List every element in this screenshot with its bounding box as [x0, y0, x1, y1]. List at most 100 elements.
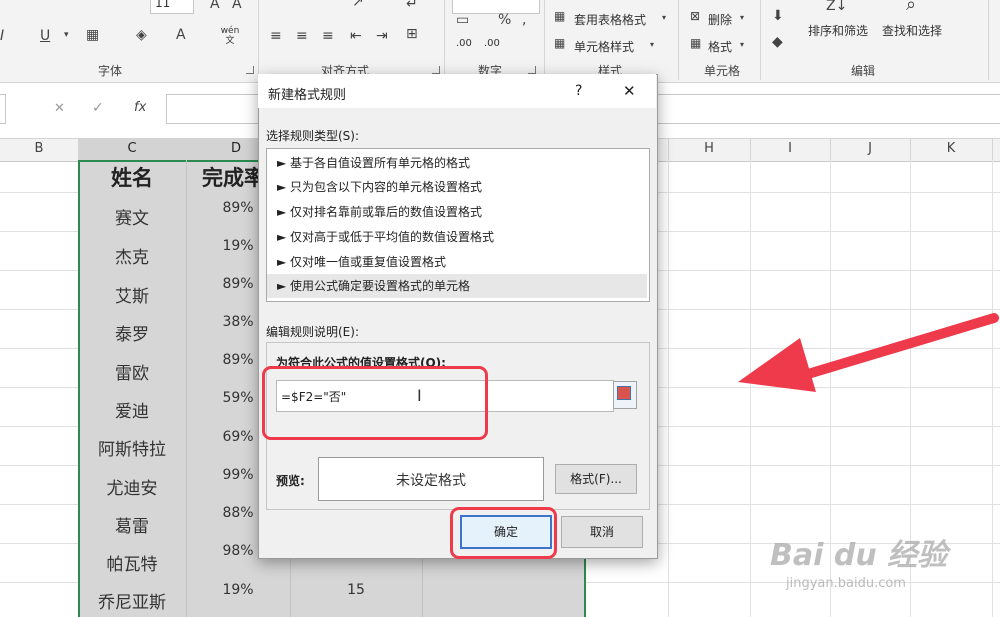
name-cell[interactable]: 赛文: [80, 204, 184, 229]
rate-cell[interactable]: 19%: [188, 582, 288, 598]
column-header-k[interactable]: K: [910, 138, 993, 160]
name-cell[interactable]: 泰罗: [80, 320, 184, 345]
name-cell[interactable]: 葛雷: [80, 512, 184, 537]
name-cell[interactable]: 阿斯特拉: [80, 435, 184, 460]
decrease-indent-icon[interactable]: ⇤: [350, 28, 362, 44]
chevron-down-icon: ▾: [740, 40, 745, 49]
name-cell[interactable]: 乔尼亚斯: [80, 588, 184, 613]
accounting-format-icon[interactable]: ▭: [456, 12, 469, 28]
align-left-icon[interactable]: ≡: [270, 28, 282, 44]
preview-label: 预览:: [276, 474, 305, 488]
formula-highlight-box: [262, 366, 488, 440]
collapse-range-button[interactable]: [613, 381, 637, 409]
find-select-button[interactable]: 查找和选择: [882, 22, 942, 39]
arrow-pointer-icon: [738, 313, 999, 392]
align-right-icon[interactable]: ≡: [322, 28, 334, 44]
font-group-label: 字体: [97, 64, 122, 78]
divider: [988, 0, 989, 80]
gridline: [186, 160, 187, 617]
cell-styles-button[interactable]: 单元格样式: [574, 38, 634, 55]
preview-box: 未设定格式: [318, 457, 544, 501]
decrease-decimal-button[interactable]: .00: [484, 38, 500, 49]
decrease-font-icon[interactable]: A: [232, 0, 242, 12]
help-button[interactable]: ?: [575, 83, 582, 99]
font-size-value: 11: [155, 0, 171, 10]
search-icon: ⌕: [906, 0, 917, 15]
format-button[interactable]: 格式: [708, 38, 732, 55]
ribbon: 11 A A I U ▾ ▦ ◈ A wén 文 字体 ≡ ≡ ≡ ⇤ ⇥ ⊞ …: [0, 0, 1000, 83]
name-cell[interactable]: 爱迪: [80, 397, 184, 422]
font-color-icon[interactable]: A: [176, 27, 186, 43]
phonetic-icon[interactable]: wén 文: [218, 26, 242, 46]
insert-function-icon[interactable]: fx: [134, 100, 146, 115]
column-header-j[interactable]: J: [830, 138, 911, 160]
font-dialog-launcher-icon[interactable]: [246, 66, 254, 74]
sort-filter-icon: Z↓: [826, 0, 848, 14]
divider: [678, 0, 679, 80]
watermark-logo: Bai du 经验: [770, 538, 948, 573]
percent-button[interactable]: %: [498, 12, 511, 28]
delete-cells-icon: ⊠: [690, 9, 701, 23]
rule-type-item[interactable]: ► 仅对唯一值或重复值设置格式: [267, 250, 647, 274]
cells-group-label: 单元格: [703, 64, 740, 78]
cancel-icon[interactable]: ✕: [54, 101, 65, 116]
underline-button[interactable]: U: [40, 28, 50, 44]
merge-center-icon[interactable]: ⊞: [406, 26, 418, 42]
chevron-down-icon[interactable]: ▾: [64, 30, 69, 40]
format-as-table-button[interactable]: 套用表格格式: [574, 11, 646, 28]
increase-decimal-button[interactable]: .00: [456, 38, 472, 49]
watermark-url: jingyan.baidu.com: [786, 576, 906, 591]
rule-type-item[interactable]: ► 只为包含以下内容的单元格设置格式: [267, 175, 647, 199]
ok-highlight-box: [450, 507, 557, 559]
chevron-down-icon: ▾: [740, 13, 745, 22]
cancel-button[interactable]: 取消: [561, 516, 643, 548]
column-header-i[interactable]: I: [750, 138, 831, 160]
rule-type-label: 选择规则类型(S):: [266, 129, 360, 143]
wrap-text-icon[interactable]: ↵: [406, 0, 418, 12]
name-cell[interactable]: 杰克: [80, 243, 184, 268]
value-cell[interactable]: 15: [292, 582, 420, 598]
fill-color-icon[interactable]: ◈: [136, 27, 147, 43]
column-header-h[interactable]: H: [668, 138, 751, 160]
name-box[interactable]: [0, 94, 6, 124]
table-format-icon: ▦: [554, 9, 566, 23]
gridline: [668, 160, 669, 617]
format-cells-icon: ▦: [690, 36, 702, 50]
format-button[interactable]: 格式(F)...: [555, 464, 637, 494]
alignment-dialog-launcher-icon[interactable]: [432, 66, 440, 74]
editing-group-label: 编辑: [850, 64, 875, 78]
clear-icon[interactable]: ◆: [772, 34, 783, 50]
rule-type-item[interactable]: ► 基于各自值设置所有单元格的格式: [267, 151, 647, 175]
range-select-icon: [617, 386, 631, 400]
align-center-icon[interactable]: ≡: [296, 28, 308, 44]
column-header-c[interactable]: C: [78, 138, 187, 162]
comma-button[interactable]: ,: [522, 12, 526, 28]
font-size-box[interactable]: 11: [150, 0, 194, 14]
rule-type-item[interactable]: ► 仅对高于或低于平均值的数值设置格式: [267, 225, 647, 249]
cell-styles-icon: ▦: [554, 36, 566, 50]
close-icon[interactable]: ✕: [623, 82, 636, 100]
increase-font-icon[interactable]: A: [210, 0, 220, 12]
name-cell[interactable]: 帕瓦特: [80, 550, 184, 575]
number-dialog-launcher-icon[interactable]: [528, 66, 536, 74]
sort-filter-button[interactable]: 排序和筛选: [808, 22, 868, 39]
delete-button[interactable]: 删除: [708, 11, 732, 28]
name-cell[interactable]: 尤迪安: [80, 474, 184, 499]
name-cell[interactable]: 艾斯: [80, 282, 184, 307]
name-cell[interactable]: 雷欧: [80, 359, 184, 384]
header-name-cell[interactable]: 姓名: [80, 162, 184, 192]
border-icon[interactable]: ▦: [86, 27, 99, 43]
increase-indent-icon[interactable]: ⇥: [376, 28, 388, 44]
enter-icon[interactable]: ✓: [92, 100, 104, 116]
column-header-b[interactable]: B: [0, 138, 79, 160]
chevron-down-icon: ▾: [662, 13, 667, 22]
divider: [544, 0, 545, 80]
chevron-down-icon: ▾: [650, 40, 655, 49]
edit-rule-label: 编辑规则说明(E):: [266, 325, 359, 339]
rule-type-item[interactable]: ► 仅对排名靠前或靠后的数值设置格式: [267, 200, 647, 224]
divider: [760, 0, 761, 80]
italic-icon[interactable]: I: [0, 28, 4, 44]
orientation-icon[interactable]: ↗: [352, 0, 364, 10]
fill-icon[interactable]: ⬇: [772, 8, 784, 24]
rule-type-item-selected[interactable]: ► 使用公式确定要设置格式的单元格: [267, 274, 647, 298]
